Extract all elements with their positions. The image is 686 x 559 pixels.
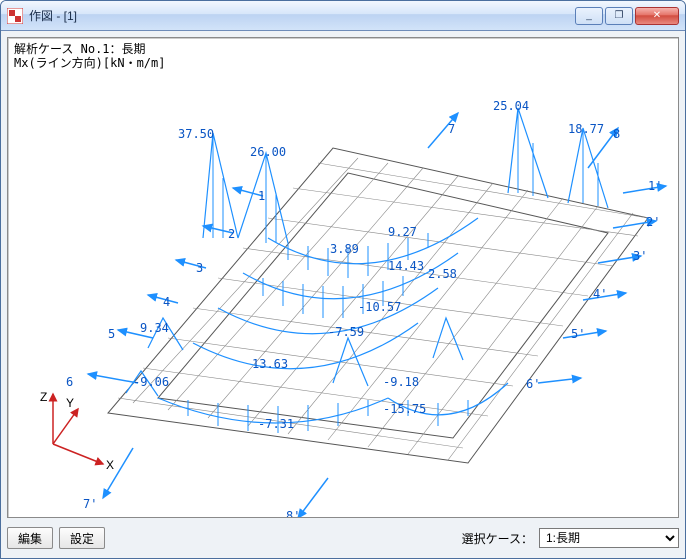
window-buttons: _ ❐ ✕ [575, 7, 679, 25]
svg-text:14.43: 14.43 [388, 259, 424, 273]
svg-text:6: 6 [66, 375, 73, 389]
edit-button[interactable]: 編集 [7, 527, 53, 549]
svg-text:-10.57: -10.57 [358, 300, 401, 314]
svg-text:9.34: 9.34 [140, 321, 169, 335]
svg-text:1': 1' [648, 179, 662, 193]
app-icon [7, 8, 23, 24]
svg-text:1: 1 [258, 189, 265, 203]
svg-text:4': 4' [593, 287, 607, 301]
svg-text:-9.18: -9.18 [383, 375, 419, 389]
minimize-button[interactable]: _ [575, 7, 603, 25]
svg-text:-9.06: -9.06 [133, 375, 169, 389]
svg-text:3: 3 [196, 261, 203, 275]
svg-text:13.63: 13.63 [252, 357, 288, 371]
svg-text:9.27: 9.27 [388, 225, 417, 239]
svg-text:8': 8' [286, 509, 300, 518]
app-window: 作図 - [1] _ ❐ ✕ 解析ケース No.1：長期 Mx(ライン方向)[k… [0, 0, 686, 559]
svg-text:7': 7' [83, 497, 97, 511]
window-title: 作図 - [1] [29, 7, 575, 24]
client-area: 解析ケース No.1：長期 Mx(ライン方向)[kN・m/m] X Y Z [1, 31, 685, 558]
titlebar: 作図 - [1] _ ❐ ✕ [1, 1, 685, 31]
svg-text:2.58: 2.58 [428, 267, 457, 281]
maximize-button[interactable]: ❐ [605, 7, 633, 25]
bottom-toolbar: 編集 設定 選択ケース： 1:長期 [7, 524, 679, 552]
select-case-dropdown[interactable]: 1:長期 [539, 528, 679, 548]
svg-text:-7.31: -7.31 [258, 417, 294, 431]
svg-text:5': 5' [571, 327, 585, 341]
svg-text:7: 7 [448, 122, 455, 136]
svg-text:-7.59: -7.59 [328, 325, 364, 339]
svg-text:3.89: 3.89 [330, 242, 359, 256]
svg-text:37.50: 37.50 [178, 127, 214, 141]
close-button[interactable]: ✕ [635, 7, 679, 25]
svg-text:4: 4 [163, 295, 170, 309]
svg-text:18.77: 18.77 [568, 122, 604, 136]
svg-text:25.04: 25.04 [493, 99, 529, 113]
svg-text:5: 5 [108, 327, 115, 341]
settings-button[interactable]: 設定 [59, 527, 105, 549]
svg-text:8: 8 [613, 127, 620, 141]
svg-text:2: 2 [228, 227, 235, 241]
svg-text:26.00: 26.00 [250, 145, 286, 159]
plot-canvas[interactable]: 解析ケース No.1：長期 Mx(ライン方向)[kN・m/m] X Y Z [7, 37, 679, 518]
svg-text:-15.75: -15.75 [383, 402, 426, 416]
moment-diagram-3d: 1 2 3 4 5 6 7' 8' 7 8 1' 2' 3' 4' 5' 6' … [8, 38, 678, 518]
svg-text:6': 6' [526, 377, 540, 391]
select-case-label: 選択ケース： [462, 530, 533, 547]
svg-text:2': 2' [646, 215, 660, 229]
svg-text:3': 3' [633, 249, 647, 263]
